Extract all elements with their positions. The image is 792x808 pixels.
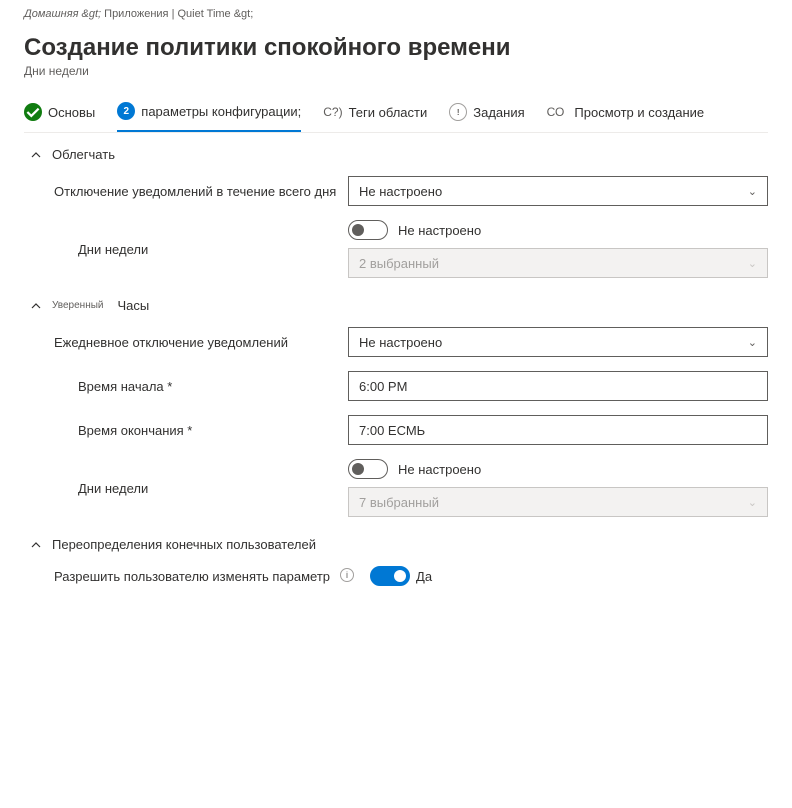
page-subtitle: Дни недели [24, 64, 768, 78]
allow-user-change-value: Да [416, 569, 432, 584]
check-icon [24, 103, 42, 121]
allday-mute-label: Отключение уведомлений в течение всего д… [54, 184, 348, 199]
allow-user-change-toggle[interactable] [370, 566, 410, 586]
section-relieve-title: Облегчать [52, 147, 115, 162]
allday-mute-value: Не настроено [359, 184, 442, 199]
chevron-up-icon [30, 539, 42, 551]
allow-user-change-label: Разрешить пользователю изменять параметр [54, 569, 330, 584]
chevron-up-icon [30, 300, 42, 312]
daily-mute-label: Ежедневное отключение уведомлений [54, 335, 348, 350]
section-hours: Уверенный Часы Ежедневное отключение уве… [24, 298, 768, 517]
chevron-down-icon: ⌄ [748, 336, 757, 349]
wizard-step-assignments-label: Задания [473, 105, 524, 120]
section-hours-title: Часы [118, 298, 150, 313]
hours-days-toggle[interactable] [348, 459, 388, 479]
relieve-days-selected: 2 выбранный [359, 256, 439, 271]
chevron-down-icon: ⌄ [748, 185, 757, 198]
start-time-label: Время начала * [78, 379, 348, 394]
end-time-input[interactable] [348, 415, 768, 445]
wizard-step-config-label: параметры конфигурации; [141, 104, 301, 119]
wizard-step-scope-marker: С?) [323, 105, 342, 119]
end-time-label: Время окончания * [78, 423, 348, 438]
hours-days-selected: 7 выбранный [359, 495, 439, 510]
row-end-time: Время окончания * [24, 415, 768, 445]
wizard-step-basics-label: Основы [48, 105, 95, 120]
relieve-days-toggle[interactable] [348, 220, 388, 240]
breadcrumb: Домашняя &gt; Приложения | Quiet Time &g… [24, 8, 768, 20]
hours-days-select: 7 выбранный ⌄ [348, 487, 768, 517]
allday-mute-select[interactable]: Не настроено ⌄ [348, 176, 768, 206]
wizard-step-review-marker: СО [547, 105, 565, 119]
wizard-step-review[interactable]: СО Просмотр и создание [547, 105, 705, 130]
wizard-step-config[interactable]: 2 параметры конфигурации; [117, 102, 301, 132]
section-overrides: Переопределения конечных пользователей Р… [24, 537, 768, 586]
wizard-step-scope-label: Теги области [349, 105, 428, 120]
daily-mute-value: Не настроено [359, 335, 442, 350]
wizard-step-assignments[interactable]: ! Задания [449, 103, 524, 131]
info-icon[interactable]: i [340, 568, 354, 582]
wizard-step-scope-tags[interactable]: С?) Теги области [323, 105, 427, 130]
section-hours-small: Уверенный [52, 300, 104, 311]
row-relieve-days: Дни недели Не настроено 2 выбранный ⌄ [24, 220, 768, 278]
relieve-days-toggle-label: Не настроено [398, 223, 481, 238]
hours-days-label: Дни недели [78, 481, 348, 496]
chevron-up-icon [30, 149, 42, 161]
wizard-step-basics[interactable]: Основы [24, 103, 95, 131]
step-number-icon: 2 [117, 102, 135, 120]
section-relieve-header[interactable]: Облегчать [24, 147, 768, 162]
chevron-down-icon: ⌄ [748, 496, 757, 509]
breadcrumb-home[interactable]: Домашняя &gt; [24, 8, 101, 20]
wizard-steps: Основы 2 параметры конфигурации; С?) Тег… [24, 102, 768, 133]
section-relieve: Облегчать Отключение уведомлений в течен… [24, 147, 768, 278]
row-allday-mute: Отключение уведомлений в течение всего д… [24, 176, 768, 206]
chevron-down-icon: ⌄ [748, 257, 757, 270]
relieve-days-select: 2 выбранный ⌄ [348, 248, 768, 278]
row-start-time: Время начала * [24, 371, 768, 401]
page-title: Создание политики спокойного времени [24, 34, 768, 62]
circle-icon: ! [449, 103, 467, 121]
section-overrides-title: Переопределения конечных пользователей [52, 537, 316, 552]
section-overrides-header[interactable]: Переопределения конечных пользователей [24, 537, 768, 552]
row-daily-mute: Ежедневное отключение уведомлений Не нас… [24, 327, 768, 357]
row-hours-days: Дни недели Не настроено 7 выбранный ⌄ [24, 459, 768, 517]
start-time-input[interactable] [348, 371, 768, 401]
section-hours-header[interactable]: Уверенный Часы [24, 298, 768, 313]
wizard-step-review-label: Просмотр и создание [574, 105, 704, 120]
breadcrumb-path[interactable]: Приложения | Quiet Time &gt; [104, 8, 253, 20]
row-allow-user-change: Разрешить пользователю изменять параметр… [24, 566, 768, 586]
hours-days-toggle-label: Не настроено [398, 462, 481, 477]
daily-mute-select[interactable]: Не настроено ⌄ [348, 327, 768, 357]
relieve-days-label: Дни недели [78, 242, 348, 257]
